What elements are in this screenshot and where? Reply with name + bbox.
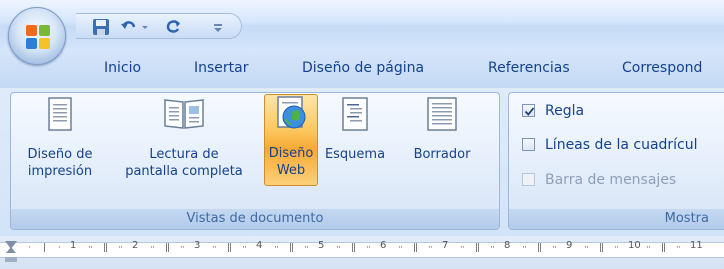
ruler-number: 5 bbox=[318, 240, 325, 251]
checkbox-regla-label: Regla bbox=[545, 103, 585, 119]
office-button[interactable] bbox=[8, 7, 66, 65]
redo-icon[interactable] bbox=[164, 18, 182, 36]
ruler-tick: · bbox=[648, 243, 651, 253]
ruler-tick: · bbox=[28, 243, 31, 253]
ruler-tick: · bbox=[276, 243, 279, 253]
ruler-tick: · bbox=[616, 243, 619, 253]
ruler-tick: · bbox=[368, 243, 371, 253]
ruler-number: 4 bbox=[256, 240, 263, 251]
tab-diseno-pagina[interactable]: Diseño de página bbox=[302, 60, 424, 76]
quick-access-toolbar bbox=[76, 13, 242, 39]
ruler-tick: | bbox=[43, 243, 47, 253]
ruler-number: 6 bbox=[380, 240, 387, 251]
ruler-tick: · bbox=[462, 243, 465, 253]
checkbox-barra-label: Barra de mensajes bbox=[545, 172, 677, 188]
ruler-number: 8 bbox=[504, 240, 511, 251]
group-label-mostrar: Mostra bbox=[509, 209, 724, 229]
ruler-tick: | bbox=[539, 243, 543, 253]
horizontal-ruler[interactable]: 1 · | · · | · 2 · | · · | · 3 · | · · | · 4 · | · · | · 5 · | · · | · 6 · | · ·… bbox=[0, 236, 724, 269]
ruler-tick: | bbox=[415, 243, 419, 253]
ruler-tick: · bbox=[338, 243, 341, 253]
ruler-tick: | bbox=[663, 243, 667, 253]
draft-label: Borrador bbox=[413, 147, 471, 162]
ruler-tick: · bbox=[586, 243, 589, 253]
full-screen-reading-button[interactable]: Lectura de pantalla completa bbox=[108, 96, 260, 192]
print-layout-label-1: Diseño de bbox=[27, 147, 93, 162]
ruler-number: 1 bbox=[70, 240, 77, 251]
web-layout-label-1: Diseño bbox=[268, 146, 314, 161]
office-logo-icon bbox=[26, 25, 50, 49]
ruler-tick: · bbox=[524, 243, 527, 253]
checkbox-lineas-box[interactable] bbox=[522, 138, 535, 151]
ruler-tick: | bbox=[167, 243, 171, 253]
ruler-tick: · bbox=[152, 243, 155, 253]
draft-button[interactable]: Borrador bbox=[394, 96, 490, 192]
ruler-tick: · bbox=[492, 243, 495, 253]
customize-qat-icon[interactable] bbox=[212, 18, 224, 36]
ruler-tick: · bbox=[120, 243, 123, 253]
ruler-number: 11 bbox=[690, 240, 703, 251]
checkmark-icon bbox=[524, 107, 535, 116]
full-screen-reading-icon bbox=[164, 99, 204, 129]
save-icon[interactable] bbox=[92, 18, 110, 36]
tab-referencias[interactable]: Referencias bbox=[488, 60, 570, 76]
checkbox-barra-box bbox=[522, 173, 535, 186]
checkbox-lineas-label: Líneas de la cuadrícul bbox=[545, 137, 698, 153]
ruler-tick: · bbox=[214, 243, 217, 253]
ruler-number: 2 bbox=[132, 240, 139, 251]
tab-stop-selector-icon[interactable] bbox=[4, 239, 18, 267]
full-screen-reading-label-2: pantalla completa bbox=[125, 164, 243, 179]
ruler-tick: | bbox=[477, 243, 481, 253]
ruler-tick: · bbox=[182, 243, 185, 253]
ruler-tick: | bbox=[229, 243, 233, 253]
ribbon-tab-row: Inicio Insertar Diseño de página Referen… bbox=[0, 48, 724, 88]
tab-inicio[interactable]: Inicio bbox=[104, 60, 141, 76]
ruler-tick: · bbox=[430, 243, 433, 253]
group-label-vistas: Vistas de documento bbox=[11, 209, 499, 229]
web-layout-icon bbox=[277, 96, 306, 129]
print-layout-icon bbox=[48, 97, 72, 131]
ruler-tick: · bbox=[554, 243, 557, 253]
checkbox-barra-mensajes: Barra de mensajes bbox=[522, 172, 676, 188]
undo-dropdown-icon[interactable] bbox=[140, 18, 150, 36]
draft-icon bbox=[427, 97, 457, 131]
ruler-tick: | bbox=[353, 243, 357, 253]
ruler-tick: · bbox=[244, 243, 247, 253]
outline-button[interactable]: Esquema bbox=[320, 96, 390, 192]
outline-label: Esquema bbox=[324, 147, 386, 162]
ruler-tick: · bbox=[58, 243, 61, 253]
ruler-number: 7 bbox=[442, 240, 449, 251]
checkbox-lineas-cuadricula[interactable]: Líneas de la cuadrícul bbox=[522, 137, 698, 153]
web-layout-label-2: Web bbox=[276, 163, 306, 178]
ruler-tick: · bbox=[678, 243, 681, 253]
full-screen-reading-label-1: Lectura de bbox=[149, 147, 219, 162]
ruler-number: 10 bbox=[628, 240, 641, 251]
tab-insertar[interactable]: Insertar bbox=[194, 60, 249, 76]
checkbox-regla-box[interactable] bbox=[522, 104, 535, 117]
outline-icon bbox=[342, 97, 368, 131]
ruler-tick: · bbox=[400, 243, 403, 253]
ruler-tick: | bbox=[291, 243, 295, 253]
ruler-tick: | bbox=[105, 243, 109, 253]
undo-icon[interactable] bbox=[120, 18, 138, 36]
ruler-number: 3 bbox=[194, 240, 201, 251]
checkbox-regla[interactable]: Regla bbox=[522, 103, 584, 119]
ruler-tick: | bbox=[601, 243, 605, 253]
ruler-tick: · bbox=[90, 243, 93, 253]
web-layout-button[interactable]: Diseño Web bbox=[264, 94, 318, 186]
print-layout-button[interactable]: Diseño de impresión bbox=[14, 96, 106, 192]
ruler-number: 9 bbox=[566, 240, 573, 251]
ruler-tick: · bbox=[306, 243, 309, 253]
tab-correspondencia[interactable]: Correspond bbox=[622, 60, 702, 76]
print-layout-label-2: impresión bbox=[27, 164, 93, 179]
